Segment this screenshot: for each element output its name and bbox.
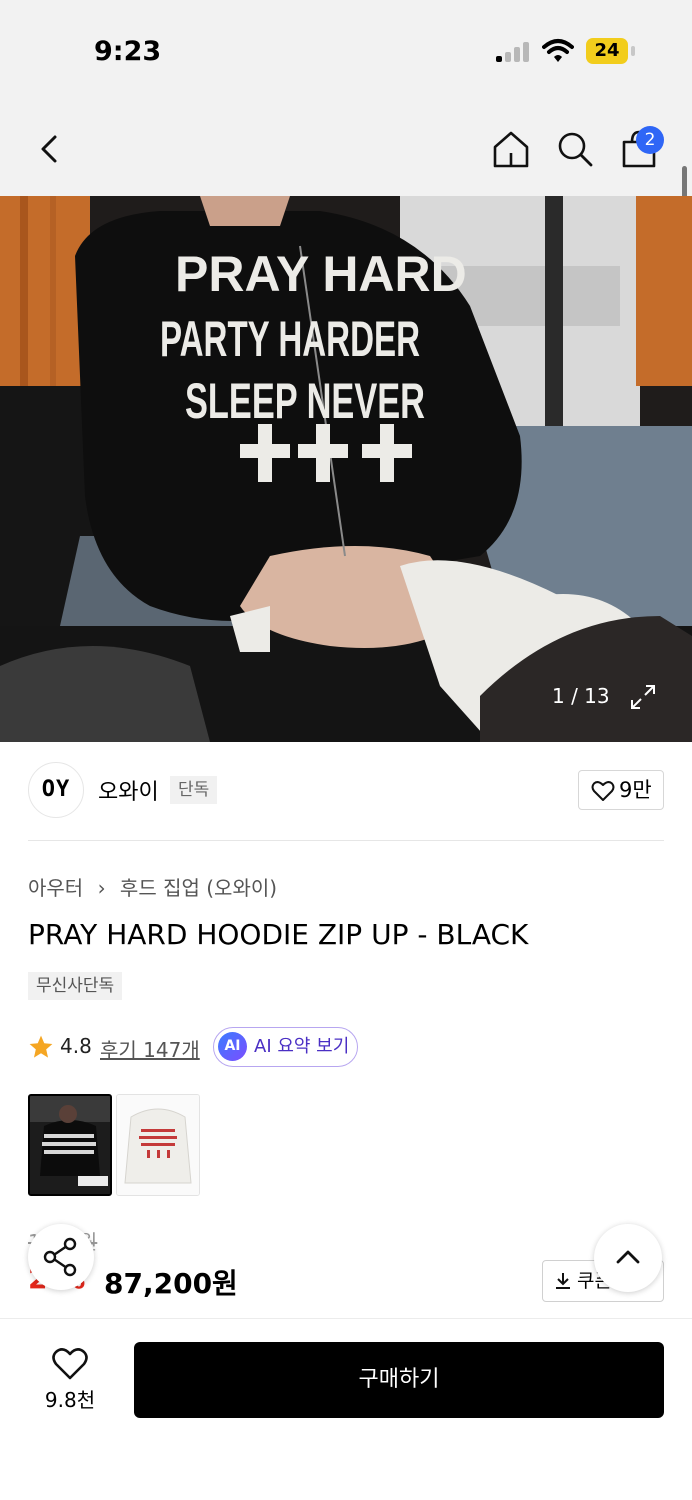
- sale-price: 87,200원: [104, 1267, 238, 1300]
- star-icon: [29, 1035, 53, 1058]
- chevron-up-icon: [616, 1250, 640, 1264]
- musinsa-exclusive-tag: 무신사단독: [28, 972, 123, 1000]
- ai-summary-button[interactable]: AI AI 요약 보기: [213, 1027, 358, 1067]
- breadcrumb-category[interactable]: 아우터: [28, 876, 83, 900]
- top-nav-bar: [0, 100, 692, 196]
- share-button[interactable]: [28, 1224, 94, 1290]
- home-icon[interactable]: [490, 128, 532, 170]
- ai-icon: AI: [218, 1032, 247, 1061]
- hero-print-line-3: SLEEP NEVER: [185, 373, 425, 429]
- chevron-right-icon: ›: [97, 876, 106, 900]
- status-bar: 9:23 24: [0, 0, 692, 100]
- heart-icon: [591, 781, 615, 801]
- ai-summary-label: AI 요약 보기: [254, 1036, 350, 1057]
- cellular-signal-icon: [496, 42, 532, 62]
- product-hero-image[interactable]: PRAY HARD PARTY HARDER SLEEP NEVER: [0, 196, 692, 742]
- scroll-to-top-button[interactable]: [594, 1224, 662, 1292]
- cart-count-badge: 2: [636, 126, 664, 154]
- wishlist-heart-icon[interactable]: [50, 1346, 90, 1382]
- breadcrumb: 아우터 › 후드 집업 (오와이): [28, 872, 277, 901]
- download-icon: [556, 1273, 570, 1289]
- hero-print-line-1: PRAY HARD: [175, 246, 467, 302]
- hero-illustration: PRAY HARD PARTY HARDER SLEEP NEVER: [0, 196, 692, 742]
- buy-button[interactable]: 구매하기: [134, 1342, 664, 1418]
- product-title: PRAY HARD HOODIE ZIP UP - BLACK: [28, 918, 529, 951]
- brand-logo[interactable]: OY: [28, 762, 84, 818]
- battery-indicator: 24: [586, 38, 628, 64]
- back-icon[interactable]: [30, 128, 72, 170]
- exclusive-tag: 단독: [170, 776, 218, 804]
- rating-value: 4.8: [60, 1034, 92, 1058]
- reviews-link[interactable]: 후기 147개: [100, 1034, 200, 1063]
- status-time: 9:23: [94, 36, 162, 67]
- hero-print-line-2: PARTY HARDER: [160, 311, 420, 367]
- wishlist-count: 9.8천: [44, 1388, 96, 1412]
- brand-name[interactable]: 오와이: [98, 774, 159, 806]
- share-icon: [43, 1237, 77, 1277]
- battery-nub: [631, 46, 635, 56]
- thumbnail-white[interactable]: [116, 1094, 200, 1196]
- image-counter: 1 / 13: [552, 684, 610, 708]
- search-icon[interactable]: [554, 128, 596, 170]
- breadcrumb-subcategory[interactable]: 후드 집업 (오와이): [120, 876, 277, 900]
- brand-like-button[interactable]: 9만: [578, 770, 664, 810]
- wifi-icon: [542, 39, 574, 62]
- brand-like-count: 9만: [619, 778, 652, 802]
- expand-icon[interactable]: [628, 682, 658, 712]
- divider: [28, 840, 664, 841]
- thumbnail-black[interactable]: [28, 1094, 112, 1196]
